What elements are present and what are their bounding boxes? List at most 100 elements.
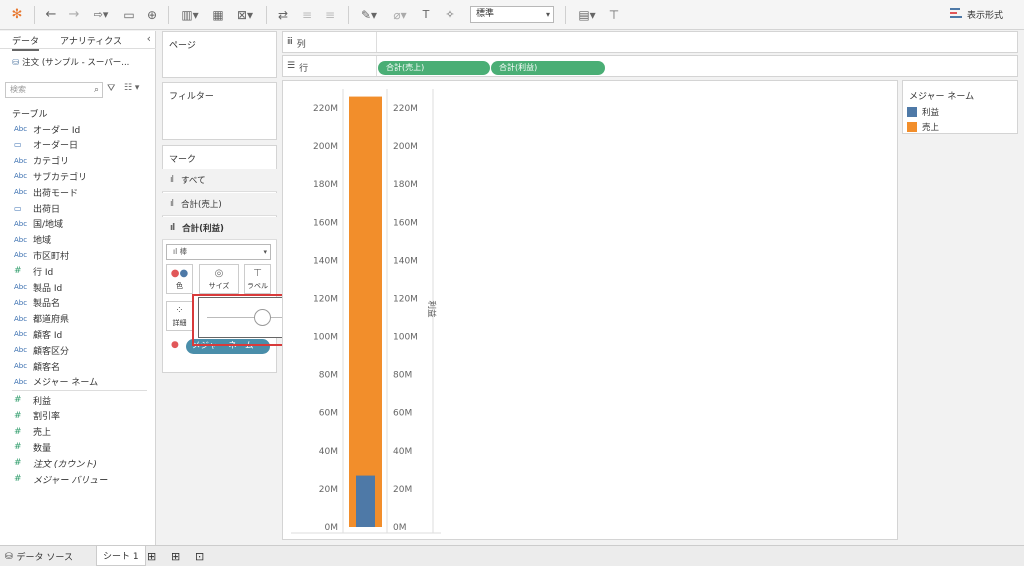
highlight-icon[interactable]: ✎▾ [356, 5, 382, 25]
undo-icon[interactable]: ← [42, 5, 60, 25]
pages-card[interactable]: ページ [162, 31, 277, 78]
filters-card[interactable]: フィルター [162, 82, 277, 140]
y-tick-label-left: 200M [313, 142, 338, 152]
marks-row-profit[interactable]: ıl 合計(利益) [162, 217, 277, 240]
datasource-item[interactable]: ⛁ 注文 (サンプル - スーパー... [12, 56, 129, 68]
rows-pill-sales[interactable]: 合計(売上) [378, 61, 490, 75]
detail-button[interactable]: ⁘ 詳細 [166, 301, 193, 331]
number-type-icon: # [14, 410, 22, 421]
rows-shelf[interactable]: ☰ 行 合計(売上) 合計(利益) [282, 55, 1018, 77]
field-item[interactable]: ▭ 出荷日 [14, 201, 60, 215]
new-datasource-icon[interactable]: ⊕ [144, 5, 160, 25]
sort-ascending-icon[interactable]: ≡ [298, 5, 316, 25]
new-dashboard-icon[interactable]: ⊞ [171, 549, 180, 564]
field-item[interactable]: Abc 顧客名 [14, 359, 60, 373]
size-button[interactable]: ◎ サイズ [199, 264, 239, 294]
field-item[interactable]: # 割引率 [14, 409, 60, 423]
redo-icon[interactable]: → [65, 5, 83, 25]
search-input[interactable]: 検索 ⌕ [5, 82, 103, 98]
mark-type-select[interactable]: ıl 棒 ▾ [166, 244, 271, 260]
group-icon[interactable]: ⌀▾ [388, 5, 412, 25]
number-type-icon: # [14, 395, 22, 405]
show-me-button[interactable]: 表示形式 [950, 8, 1003, 21]
field-item[interactable]: Abc 国/地域 [14, 217, 63, 231]
field-name: 製品名 [33, 299, 61, 310]
field-item[interactable]: Abc 製品名 [14, 296, 60, 310]
y-tick-label-left: 20M [319, 485, 338, 495]
swap-rows-columns-icon[interactable]: ⇄ [274, 5, 292, 25]
field-item[interactable]: # 注文 (カウント) [14, 456, 97, 470]
swap-back-icon[interactable]: ⇨▾ [88, 5, 114, 25]
y-tick-label-right: 60M [393, 409, 412, 419]
field-item[interactable]: Abc 顧客 Id [14, 327, 62, 341]
field-name: 数量 [33, 443, 52, 454]
color-legend: メジャー ネーム 利益 売上 [902, 80, 1018, 134]
rows-pill-profit[interactable]: 合計(利益) [491, 61, 605, 75]
string-type-icon: Abc [14, 235, 28, 244]
field-item[interactable]: Abc メジャー ネーム [14, 375, 98, 389]
new-sheet-icon[interactable]: ▥▾ [176, 5, 204, 25]
field-item[interactable]: Abc 市区町村 [14, 248, 69, 262]
marks-row-sales[interactable]: ıl 合計(売上) [162, 193, 277, 216]
field-item[interactable]: Abc 地域 [14, 233, 51, 247]
y-tick-label-left: 40M [319, 447, 338, 457]
tab-analytics[interactable]: アナリティクス [60, 34, 122, 47]
field-name: 市区町村 [33, 251, 70, 262]
y-tick-label-right: 140M [393, 256, 418, 266]
field-item[interactable]: ▭ オーダー日 [14, 138, 78, 152]
field-item[interactable]: Abc 顧客区分 [14, 343, 69, 357]
field-item[interactable]: # メジャー バリュー [14, 472, 107, 486]
viz-area[interactable]: 0M 0M 20M 20M 40M 40M 60M 60M 80M 80M 100M 100M 120M… [282, 80, 898, 540]
columns-shelf[interactable]: ⅲ 列 [282, 31, 1018, 53]
tab-sheet-1[interactable]: シート 1 [96, 546, 146, 566]
presentation-mode-icon[interactable]: ⊤ [605, 5, 623, 25]
new-worksheet-icon[interactable]: ⊞ [147, 549, 156, 564]
field-name: 割引率 [33, 412, 61, 423]
filter-icon[interactable]: ⛛ [107, 83, 115, 94]
database-icon: ⛁ [12, 58, 20, 68]
field-item[interactable]: # 数量 [14, 440, 51, 454]
tab-datasource[interactable]: ⛁ データ ソース [5, 549, 73, 564]
field-item[interactable]: Abc 製品 Id [14, 280, 62, 294]
bar-chart-icon: ıl [170, 175, 174, 185]
save-icon[interactable]: ▭ [121, 5, 137, 25]
collapse-pane-icon[interactable]: ‹ [147, 32, 151, 45]
fit-select[interactable]: 標準 ▾ [470, 6, 554, 23]
calendar-icon: ▭ [14, 203, 22, 213]
toolbar-separator [34, 6, 35, 24]
pin-icon[interactable]: ✧ [441, 5, 459, 25]
new-story-icon[interactable]: ⊡ [195, 549, 204, 564]
y-tick-label-right: 160M [393, 218, 418, 228]
clear-sheet-icon[interactable]: ⊠▾ [232, 5, 258, 25]
marks-row-all[interactable]: ıl すべて [162, 169, 277, 192]
sort-descending-icon[interactable]: ≡ [321, 5, 339, 25]
view-options-icon[interactable]: ☷ ▾ [124, 83, 139, 93]
datasource-name: 注文 (サンプル - スーパー... [22, 58, 130, 68]
show-labels-icon[interactable]: T [418, 5, 434, 25]
field-item[interactable]: Abc オーダー Id [14, 122, 80, 136]
field-item[interactable]: # 行 Id [14, 264, 53, 278]
field-name: メジャー ネーム [33, 378, 99, 389]
field-name: カテゴリ [33, 157, 70, 168]
field-name: 製品 Id [33, 283, 63, 294]
field-item[interactable]: # 売上 [14, 425, 51, 439]
y-tick-label-left: 0M [325, 523, 339, 533]
field-divider [12, 390, 147, 391]
bar-chart[interactable]: 0M 0M 20M 20M 40M 40M 60M 60M 80M 80M 100M 100M 120M… [283, 81, 899, 541]
field-item[interactable]: Abc 都道府県 [14, 312, 69, 326]
legend-item-sales[interactable]: 売上 [907, 121, 939, 133]
tab-data[interactable]: データ [12, 34, 40, 51]
tableau-logo-icon[interactable]: ✻ [8, 5, 26, 25]
field-item[interactable]: Abc サブカテゴリ [14, 169, 87, 183]
duplicate-sheet-icon[interactable]: ▦ [209, 5, 227, 25]
string-type-icon: Abc [14, 346, 28, 355]
field-item[interactable]: Abc カテゴリ [14, 154, 69, 168]
field-item[interactable]: Abc 出荷モード [14, 185, 78, 199]
show-cards-icon[interactable]: ▤▾ [574, 5, 600, 25]
label-button[interactable]: ⊤ ラベル [244, 264, 271, 294]
string-type-icon: Abc [14, 283, 28, 291]
legend-item-profit[interactable]: 利益 [907, 106, 939, 118]
field-item[interactable]: # 利益 [14, 393, 51, 407]
string-type-icon: Abc [14, 172, 28, 181]
color-button[interactable]: ●● 色 [166, 264, 193, 294]
